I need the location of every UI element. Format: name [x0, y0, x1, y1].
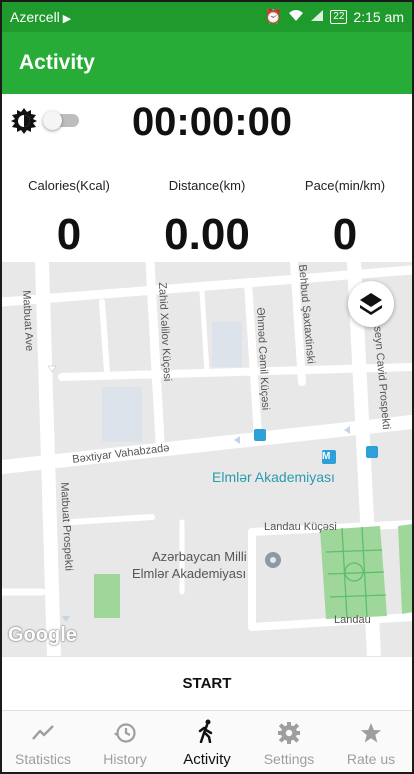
place-azerbaycan-milli-2: Elmlər Akademiyası	[132, 566, 247, 581]
star-icon	[361, 723, 381, 743]
calories-value: 0	[56, 210, 82, 259]
history-icon	[114, 723, 136, 743]
nav-statistics-label: Statistics	[14, 751, 71, 767]
trending-icon	[32, 725, 54, 740]
page-title: Activity	[19, 51, 95, 74]
play-icon: ▶	[62, 13, 72, 25]
toggle-knob	[43, 111, 62, 130]
app-frame: Azercell ▶ ⏰ 22 2:15 am Activity 00:00:0…	[2, 2, 412, 772]
nav-activity[interactable]: Activity	[166, 711, 248, 772]
nav-settings[interactable]: Settings	[248, 711, 330, 772]
brightness-icon	[11, 108, 37, 134]
wifi-icon	[288, 9, 304, 25]
calories-label: Calories(Kcal)	[28, 178, 110, 193]
nav-settings-label: Settings	[263, 751, 315, 767]
gear-icon	[278, 722, 300, 744]
distance-label: Distance(km)	[168, 178, 246, 193]
metro-badge: M	[322, 451, 331, 462]
map-layers-button[interactable]	[348, 281, 394, 327]
bottom-nav: Statistics History Activity Settings Rat…	[2, 710, 412, 772]
google-logo: Google	[8, 624, 77, 646]
walk-icon	[198, 719, 213, 743]
app-bar: Activity	[2, 32, 412, 94]
street-landau-kucesi: Landau Küçəsi	[264, 521, 337, 533]
start-button[interactable]: START	[2, 656, 412, 710]
nav-rate-us[interactable]: Rate us	[330, 711, 412, 772]
status-icons: ⏰ 22 2:15 am	[265, 8, 404, 25]
carrier: Azercell ▶	[10, 9, 71, 25]
nav-activity-label: Activity	[183, 751, 231, 768]
distance-value: 0.00	[164, 210, 250, 259]
street-landau: Landau	[334, 614, 371, 626]
place-elmler: Elmlər Akademiyası	[212, 469, 335, 485]
nav-rate-us-label: Rate us	[346, 751, 396, 767]
pace-value: 0	[332, 210, 358, 259]
layers-icon	[360, 293, 382, 315]
battery-icon: 22	[330, 9, 348, 24]
timer: 00:00:00	[131, 100, 293, 144]
pace-label: Pace(min/km)	[304, 178, 386, 193]
alarm-icon: ⏰	[264, 8, 283, 24]
carrier-name: Azercell	[10, 9, 60, 25]
status-bar: Azercell ▶ ⏰ 22 2:15 am	[2, 2, 412, 32]
nav-history[interactable]: History	[84, 711, 166, 772]
clock: 2:15 am	[353, 8, 404, 25]
auto-brightness-toggle[interactable]	[43, 111, 79, 130]
nav-history-label: History	[103, 751, 147, 767]
nav-statistics[interactable]: Statistics	[2, 711, 84, 772]
signal-icon	[310, 9, 324, 25]
place-azerbaycan-milli-1: Azərbaycan Milli	[152, 549, 247, 564]
